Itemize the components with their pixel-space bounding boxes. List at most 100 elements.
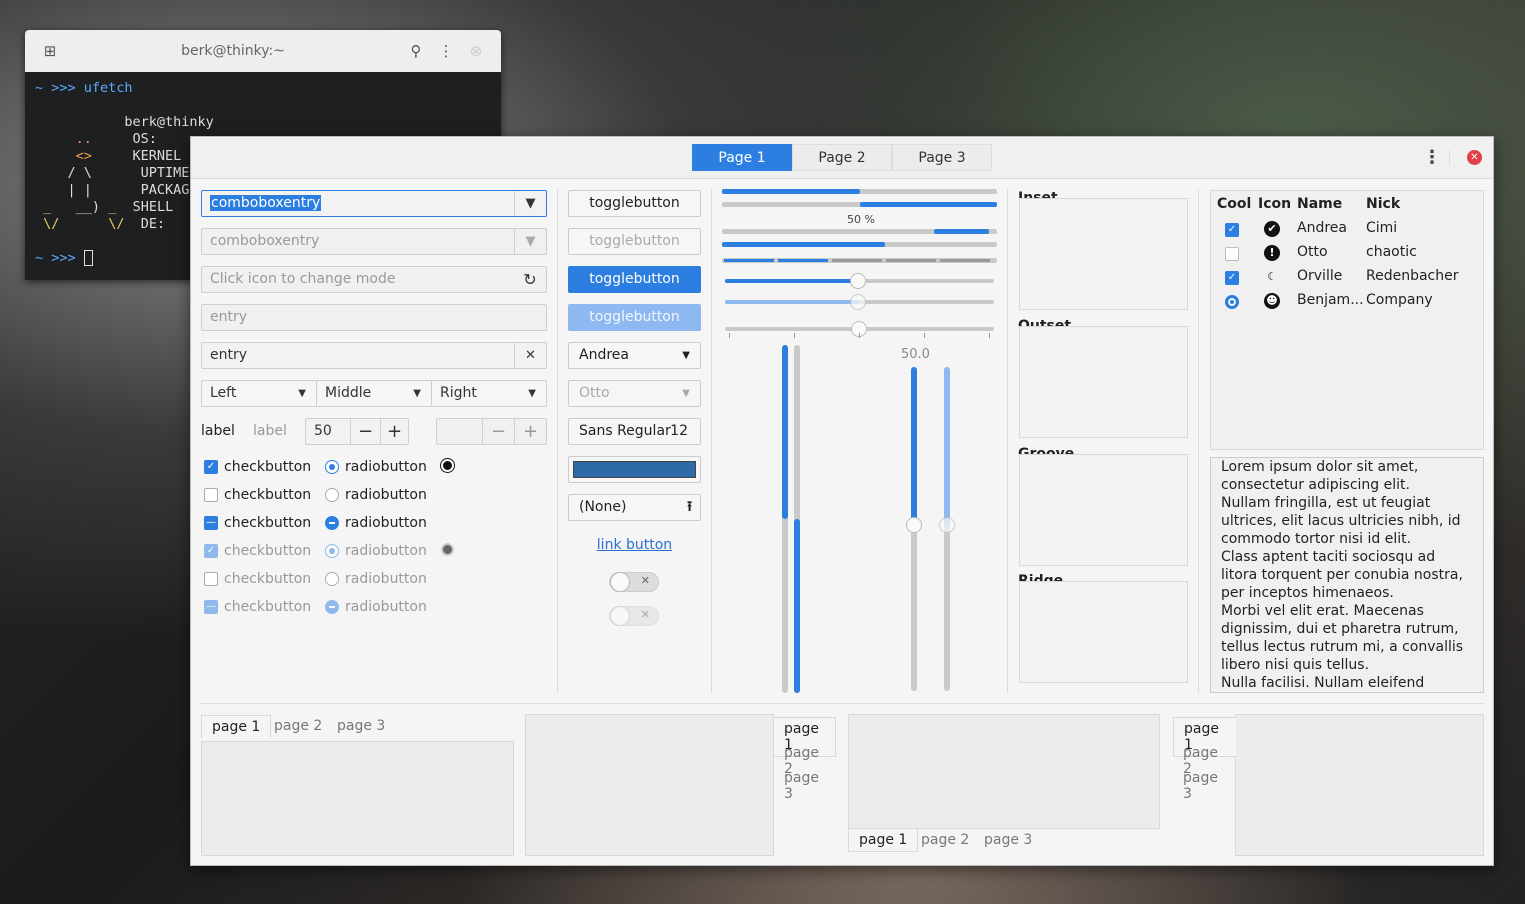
radio-inconsistent-disabled-icon: [441, 543, 454, 556]
close-icon[interactable]: ✕: [1467, 150, 1482, 165]
os-label: OS:: [132, 131, 157, 147]
progress-bar-pulse-fill: [934, 229, 989, 234]
notebook-tab[interactable]: page 3: [974, 829, 1042, 851]
vscale-knob: [939, 517, 955, 533]
mode-entry[interactable]: Click icon to change mode ↻: [201, 266, 547, 293]
chevron-down-icon[interactable]: ▼: [514, 191, 546, 216]
face-icon: ☻: [1264, 293, 1280, 309]
packages-label: PACKAG: [140, 182, 190, 198]
column-header-name[interactable]: Name: [1297, 196, 1342, 212]
progress-bar-left-fill: [722, 189, 860, 194]
radio-icon[interactable]: [1225, 295, 1239, 309]
combobox-entry-focused[interactable]: comboboxentry ▼: [201, 190, 547, 217]
frame-outset: [1019, 326, 1188, 438]
entry-clearable[interactable]: entry ✕: [201, 342, 547, 369]
frame-inset: [1019, 198, 1188, 310]
radiobutton[interactable]: radiobutton: [325, 515, 427, 531]
checkbutton-label: checkbutton: [224, 571, 312, 587]
tab-page-3[interactable]: Page 3: [892, 144, 992, 171]
radio-inconsistent-icon[interactable]: [441, 459, 454, 472]
close-icon[interactable]: ⊗: [461, 42, 491, 60]
right-dropdown[interactable]: Right ▼: [431, 380, 547, 407]
scale-mark: [859, 333, 860, 338]
checkbox-icon[interactable]: ✓: [1225, 271, 1239, 285]
progress-bar-left: [722, 189, 997, 194]
new-tab-icon[interactable]: ⊞: [35, 42, 65, 60]
menu-icon[interactable]: ⋮: [431, 42, 461, 60]
entry-text: entry: [210, 309, 248, 325]
refresh-icon[interactable]: ↻: [514, 267, 546, 292]
vscale-knob[interactable]: [906, 517, 922, 533]
radio-icon: [325, 516, 339, 530]
font-button[interactable]: Sans Regular 12: [568, 418, 701, 445]
checkbutton[interactable]: — checkbutton: [204, 515, 311, 531]
switch[interactable]: ✕: [609, 572, 659, 592]
widget-factory-window[interactable]: Page 1 Page 2 Page 3 ⋮ ✕ comboboxentry ▼ …: [190, 136, 1494, 866]
vprogress-top: [782, 345, 788, 693]
notebook-bottom: [848, 714, 1160, 829]
checkbutton[interactable]: ✓ checkbutton: [204, 459, 311, 475]
plus-icon[interactable]: +: [380, 419, 408, 444]
font-size: 12: [670, 423, 688, 439]
minus-icon[interactable]: −: [350, 419, 380, 444]
middle-dropdown[interactable]: Middle ▼: [316, 380, 432, 407]
level-segment: [724, 259, 774, 262]
column-header-icon[interactable]: Icon: [1258, 196, 1291, 212]
clear-icon[interactable]: ✕: [514, 343, 546, 368]
spin-button[interactable]: 50 − +: [305, 418, 409, 445]
checkbox-icon[interactable]: ✓: [1225, 223, 1239, 237]
radiobutton[interactable]: radiobutton: [325, 487, 427, 503]
tree-view[interactable]: Cool Icon Name Nick ✓ ✔ Andrea Cimi! Otto cha…: [1210, 190, 1484, 450]
x-icon: ✕: [640, 608, 650, 621]
notebook-tab[interactable]: page 3: [327, 715, 395, 737]
uptime-label: UPTIME: [140, 165, 190, 181]
tab-page-1[interactable]: Page 1: [692, 144, 792, 171]
caret-down-icon: ▼: [682, 350, 690, 361]
radio-icon: [325, 488, 339, 502]
notebook-tab[interactable]: page 3: [774, 767, 836, 805]
scale-mark: [729, 333, 730, 338]
notebook-tab[interactable]: page 2: [911, 829, 979, 851]
vprogress-top-fill: [782, 345, 788, 519]
scale-knob[interactable]: [850, 273, 866, 289]
scale-mark: [989, 333, 990, 338]
tab-page-2[interactable]: Page 2: [792, 144, 892, 171]
text-view[interactable]: Lorem ipsum dolor sit amet, consectetur …: [1210, 457, 1484, 693]
notebook-tab[interactable]: page 1: [201, 715, 272, 738]
level-bar: [722, 242, 997, 247]
alert-circle-icon: !: [1264, 245, 1280, 261]
radiobutton-label: radiobutton: [345, 543, 427, 559]
column-header-cool[interactable]: Cool: [1217, 196, 1251, 212]
level-segment: [778, 259, 828, 262]
link-button[interactable]: link button: [568, 537, 701, 553]
toggle-button-active[interactable]: togglebutton: [568, 266, 701, 293]
checkbutton-label: checkbutton: [224, 487, 312, 503]
cell-nick: Company: [1366, 292, 1433, 308]
left-dropdown[interactable]: Left ▼: [201, 380, 317, 407]
color-button[interactable]: [568, 456, 701, 483]
notebook-tab[interactable]: page 1: [848, 829, 919, 852]
radiobutton[interactable]: radiobutton: [325, 459, 427, 475]
header-bar: Page 1 Page 2 Page 3 ⋮ ✕: [191, 137, 1493, 179]
cell-nick: chaotic: [1366, 244, 1417, 260]
combo-label: Andrea: [579, 347, 629, 363]
switch-knob: [610, 572, 630, 592]
menu-icon[interactable]: ⋮: [1423, 147, 1441, 168]
notebook-tab[interactable]: page 3: [1173, 767, 1236, 805]
frame-ridge: [1019, 581, 1188, 683]
combo-andrea[interactable]: Andrea ▼: [568, 342, 701, 369]
combo-label: Otto: [579, 385, 610, 401]
shell-label: SHELL: [132, 199, 174, 215]
checkbox-icon: [204, 488, 218, 502]
dropdown-label: Middle: [325, 385, 372, 401]
column-header-nick[interactable]: Nick: [1366, 196, 1400, 212]
search-icon[interactable]: ⚲: [401, 42, 431, 60]
spin-button-disabled: − +: [436, 418, 547, 445]
file-chooser-button[interactable]: (None) ⭱: [568, 494, 701, 521]
checkbutton[interactable]: checkbutton: [204, 487, 311, 503]
toggle-button[interactable]: togglebutton: [568, 190, 701, 217]
font-name: Sans Regular: [579, 423, 671, 439]
caret-down-icon: ▼: [682, 388, 690, 399]
notebook-tab[interactable]: page 2: [264, 715, 332, 737]
checkbox-icon[interactable]: [1225, 247, 1239, 261]
